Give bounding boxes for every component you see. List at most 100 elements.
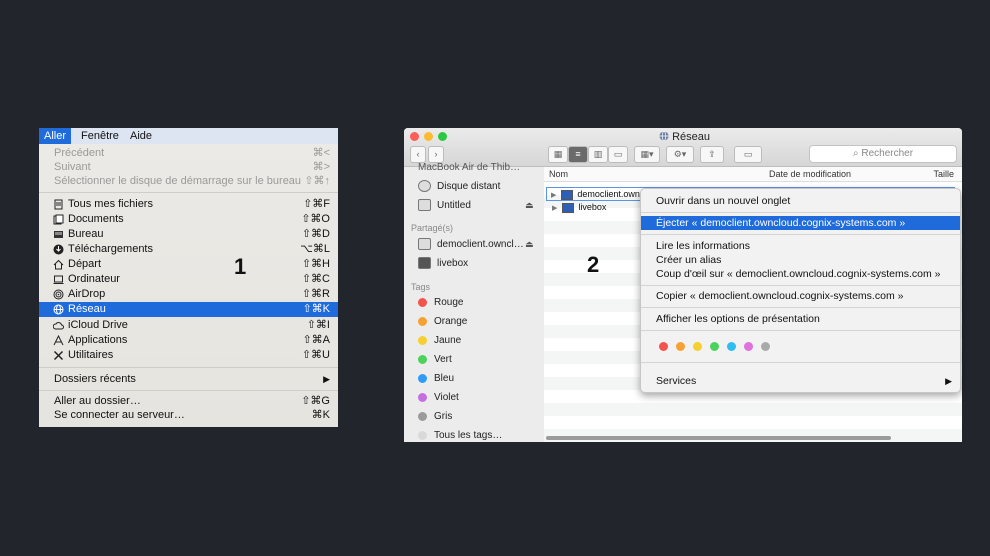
ctx-open-new-tab[interactable]: Ouvrir dans un nouvel onglet bbox=[641, 194, 960, 208]
sidebar-item-macbook[interactable]: MacBook Air de Thib… bbox=[418, 161, 520, 175]
tag-blue-icon[interactable] bbox=[727, 342, 736, 351]
step-number-2: 2 bbox=[587, 252, 600, 277]
menu-separator bbox=[39, 390, 338, 391]
sidebar-tag-rouge[interactable]: Rouge bbox=[418, 296, 463, 310]
arrange-icon: ▦▾ bbox=[640, 149, 654, 159]
cloud-icon bbox=[53, 322, 64, 330]
disclosure-triangle-icon[interactable]: ▶ bbox=[552, 205, 557, 212]
zoom-button[interactable] bbox=[438, 132, 447, 141]
tag-purple-icon[interactable] bbox=[744, 342, 753, 351]
disclosure-triangle-icon[interactable]: ▶ bbox=[551, 192, 556, 199]
column-view-button[interactable]: ▥ bbox=[588, 146, 608, 163]
grid-icon: ▦ bbox=[553, 149, 563, 159]
menu-item-all-files[interactable]: Tous mes fichiers ⇧⌘F bbox=[39, 197, 338, 212]
submenu-arrow-icon: ▶ bbox=[323, 374, 330, 384]
tag-button[interactable]: ▭ bbox=[734, 146, 762, 163]
menu-aller[interactable]: Aller bbox=[39, 128, 72, 144]
submenu-arrow-icon: ▶ bbox=[945, 376, 952, 386]
tag-dot-icon bbox=[418, 297, 427, 307]
chevron-right-icon: › bbox=[434, 149, 438, 159]
menu-aide[interactable]: Aide bbox=[130, 130, 152, 142]
arrange-button[interactable]: ▦▾ bbox=[634, 146, 660, 163]
menu-separator bbox=[641, 362, 960, 363]
menu-separator bbox=[641, 212, 960, 213]
ctx-copy[interactable]: Copier « democlient.owncloud.cognix-syst… bbox=[641, 289, 960, 303]
sidebar-item-untitled[interactable]: Untitled bbox=[418, 199, 471, 213]
close-button[interactable] bbox=[410, 132, 419, 141]
menu-item-applications[interactable]: Applications ⇧⌘A bbox=[39, 333, 338, 348]
eject-icon[interactable]: ⏏ bbox=[525, 200, 534, 211]
window-title: Réseau bbox=[659, 131, 710, 143]
ctx-get-info[interactable]: Lire les informations bbox=[641, 239, 960, 253]
sidebar-tag-orange[interactable]: Orange bbox=[418, 315, 467, 329]
column-date[interactable]: Date de modification bbox=[769, 169, 851, 179]
sidebar-tag-gris[interactable]: Gris bbox=[418, 410, 452, 424]
table-row[interactable]: ▶ livebox bbox=[552, 201, 606, 213]
monitor-icon bbox=[418, 238, 431, 251]
tag-yellow-icon[interactable] bbox=[693, 342, 702, 351]
sidebar-item-democlient[interactable]: democlient.owncl… bbox=[418, 238, 524, 252]
network-icon bbox=[53, 304, 64, 315]
tag-orange-icon[interactable] bbox=[676, 342, 685, 351]
menu-item-ordinateur[interactable]: Ordinateur ⇧⌘C bbox=[39, 272, 338, 287]
disc-icon bbox=[418, 180, 431, 193]
applications-icon bbox=[53, 335, 64, 346]
menu-item-depart[interactable]: Départ ⇧⌘H bbox=[39, 257, 338, 272]
menu-item-airdrop[interactable]: AirDrop ⇧⌘R bbox=[39, 287, 338, 302]
menu-item-connect-server[interactable]: Se connecter au serveur… ⌘K bbox=[39, 408, 338, 423]
column-nom[interactable]: Nom bbox=[549, 169, 568, 179]
column-taille[interactable]: Taille bbox=[933, 169, 954, 179]
sidebar-header-shared: Partagé(s) bbox=[411, 223, 454, 233]
menu-item-telechargements[interactable]: Téléchargements ⌥⌘L bbox=[39, 242, 338, 257]
minimize-button[interactable] bbox=[424, 132, 433, 141]
menu-item-documents[interactable]: Documents ⇧⌘O bbox=[39, 212, 338, 227]
column-header: Nom Date de modification Taille bbox=[544, 167, 962, 182]
ctx-view-options[interactable]: Afficher les options de présentation bbox=[641, 312, 960, 326]
menu-item-precedent: Précédent ⌘< bbox=[54, 147, 330, 159]
ctx-eject[interactable]: Éjecter « democlient.owncloud.cognix-sys… bbox=[641, 216, 960, 230]
menu-item-icloud-drive[interactable]: iCloud Drive ⇧⌘I bbox=[39, 318, 338, 333]
search-placeholder: Rechercher bbox=[861, 148, 914, 159]
menu-item-reseau[interactable]: Réseau ⇧⌘K bbox=[39, 302, 338, 317]
search-input[interactable]: ⌕ Rechercher bbox=[809, 145, 957, 163]
ctx-services[interactable]: Services ▶ bbox=[641, 374, 960, 388]
menu-item-startup-disk: Sélectionner le disque de démarrage sur … bbox=[54, 175, 330, 187]
menu-separator bbox=[641, 307, 960, 308]
menu-separator bbox=[641, 330, 960, 331]
tag-gray-icon[interactable] bbox=[761, 342, 770, 351]
gallery-icon: ▭ bbox=[613, 149, 623, 159]
menu-fenetre[interactable]: Fenêtre bbox=[81, 130, 119, 142]
sidebar: MacBook Air de Thib… Disque distant Unti… bbox=[404, 162, 544, 442]
menu-item-aller-au-dossier[interactable]: Aller au dossier… ⇧⌘G bbox=[39, 394, 338, 409]
sidebar-tag-violet[interactable]: Violet bbox=[418, 391, 459, 405]
menu-bar: Aller Fenêtre Aide bbox=[39, 128, 338, 144]
ctx-make-alias[interactable]: Créer un alias bbox=[641, 253, 960, 267]
tag-green-icon[interactable] bbox=[710, 342, 719, 351]
icon-view-button[interactable]: ▦ bbox=[548, 146, 568, 163]
desktop-icon bbox=[54, 231, 63, 238]
list-view-button[interactable]: ≡ bbox=[568, 146, 588, 163]
sidebar-tag-vert[interactable]: Vert bbox=[418, 353, 452, 367]
sidebar-tag-bleu[interactable]: Bleu bbox=[418, 372, 454, 386]
horizontal-scrollbar[interactable] bbox=[546, 436, 891, 440]
sidebar-tag-all[interactable]: Tous les tags… bbox=[418, 429, 502, 442]
tag-dot-icon bbox=[418, 335, 427, 345]
monitor-icon bbox=[561, 189, 574, 200]
share-button[interactable]: ⇪ bbox=[700, 146, 724, 163]
gallery-view-button[interactable]: ▭ bbox=[608, 146, 628, 163]
tag-dot-icon bbox=[418, 411, 427, 421]
sidebar-tag-jaune[interactable]: Jaune bbox=[418, 334, 461, 348]
sidebar-item-livebox[interactable]: livebox bbox=[418, 257, 468, 271]
columns-icon: ▥ bbox=[593, 149, 603, 159]
tag-dot-icon bbox=[418, 354, 427, 364]
sidebar-item-disque-distant[interactable]: Disque distant bbox=[418, 180, 500, 194]
tag-red-icon[interactable] bbox=[659, 342, 668, 351]
action-button[interactable]: ⚙▾ bbox=[666, 146, 694, 163]
menu-item-bureau[interactable]: Bureau ⇧⌘D bbox=[39, 227, 338, 242]
eject-icon[interactable]: ⏏ bbox=[525, 239, 534, 250]
airdrop-icon bbox=[53, 289, 64, 300]
menu-item-dossiers-recents[interactable]: Dossiers récents ▶ bbox=[39, 372, 338, 387]
share-icon: ⇪ bbox=[708, 149, 716, 159]
menu-item-utilitaires[interactable]: Utilitaires ⇧⌘U bbox=[39, 348, 338, 363]
ctx-quicklook[interactable]: Coup d'œil sur « democlient.owncloud.cog… bbox=[641, 267, 960, 281]
